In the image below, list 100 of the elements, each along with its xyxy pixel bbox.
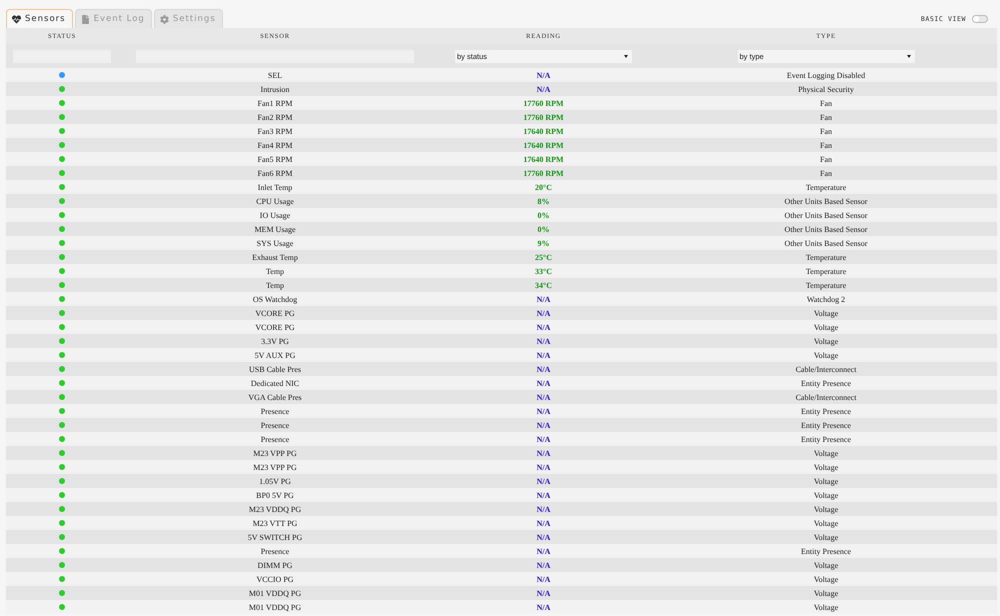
sensor-name: M01 VDDQ PG	[248, 588, 302, 598]
sensor-name: 3.3V PG	[261, 336, 289, 346]
sensor-type: Entity Presence	[801, 406, 851, 416]
sensor-type: Entity Presence	[801, 434, 851, 444]
reading-value: 17760 RPM	[523, 98, 564, 108]
sensor-name: Fan3 RPM	[258, 126, 292, 136]
reading-value: 34°C	[535, 280, 552, 290]
sensor-name: Fan4 RPM	[258, 140, 292, 150]
reading-value: N/A	[536, 504, 550, 514]
sensor-name: M23 VTT PG	[252, 518, 298, 528]
sensor-name: Presence	[260, 434, 290, 444]
sensor-type: Voltage	[814, 448, 838, 458]
sensor-name: Exhaust Temp	[252, 252, 298, 262]
reading-value: N/A	[536, 602, 550, 612]
sensor-type: Voltage	[814, 350, 838, 360]
reading-value: N/A	[536, 406, 550, 416]
sensor-name: IO Usage	[260, 210, 290, 220]
sensor-name: OS Watchdog	[252, 294, 298, 304]
sensor-type: Temperature	[806, 280, 846, 290]
sensor-type: Fan	[820, 140, 832, 150]
sensor-type: Voltage	[814, 532, 838, 542]
reading-value: N/A	[536, 532, 550, 542]
sensor-type: Voltage	[814, 574, 838, 584]
reading-value: N/A	[536, 588, 550, 598]
sensor-name: Inlet Temp	[258, 182, 292, 192]
sensor-name: Presence	[260, 406, 290, 416]
reading-value: N/A	[536, 350, 550, 360]
sensor-type: Fan	[820, 112, 832, 122]
reading-value: N/A	[536, 84, 550, 94]
reading-value: N/A	[536, 378, 550, 388]
sensor-type: Other Units Based Sensor	[784, 210, 868, 220]
sensor-type: Voltage	[814, 560, 838, 570]
reading-value: N/A	[536, 476, 550, 486]
sensor-name: 1.05V PG	[259, 476, 291, 486]
sensor-name: VCORE PG	[255, 308, 295, 318]
reading-value: 8%	[538, 196, 550, 206]
sensor-type: Event Logging Disabled	[786, 70, 866, 80]
sensor-type: Entity Presence	[801, 546, 851, 556]
sensor-type: Entity Presence	[801, 420, 851, 430]
sensor-type: Fan	[820, 168, 832, 178]
sensor-type: Other Units Based Sensor	[784, 238, 868, 248]
sensor-name: MEM Usage	[254, 224, 296, 234]
reading-value: N/A	[536, 322, 550, 332]
sensor-type: Cable/Interconnect	[796, 364, 856, 374]
reading-value: N/A	[536, 490, 550, 500]
sensor-type: Voltage	[814, 476, 838, 486]
reading-value: 20°C	[535, 182, 552, 192]
reading-value: N/A	[536, 560, 550, 570]
sensor-type: Temperature	[806, 266, 846, 276]
reading-value: 17760 RPM	[523, 112, 564, 122]
sensor-type: Voltage	[814, 308, 838, 318]
reading-value: N/A	[536, 518, 550, 528]
sensor-name: Dedicated NIC	[250, 378, 300, 388]
gear-icon	[160, 14, 169, 24]
sensor-type: Other Units Based Sensor	[784, 224, 868, 234]
sensor-name: CPU Usage	[256, 196, 294, 206]
sensor-type: Watchdog 2	[806, 294, 846, 304]
reading-value: 33°C	[535, 266, 552, 276]
sensor-name: M23 VPP PG	[253, 448, 297, 458]
sensor-name: VGA Cable Pres	[248, 392, 302, 402]
sensor-name: VCCIO PG	[256, 574, 294, 584]
reading-value: N/A	[536, 546, 550, 556]
sensor-type: Fan	[820, 126, 832, 136]
sensor-name: SYS Usage	[256, 238, 294, 248]
sensor-type: Fan	[820, 98, 832, 108]
sensor-name: Presence	[260, 420, 290, 430]
file-icon	[80, 14, 90, 24]
sensor-name: BP0 5V PG	[256, 490, 294, 500]
reading-value: N/A	[536, 574, 550, 584]
sensor-type: Voltage	[814, 588, 838, 598]
sensor-name: M23 VPP PG	[253, 462, 297, 472]
sensor-name: Temp	[266, 266, 284, 276]
reading-value: 0%	[538, 210, 550, 220]
sensor-name: DIMM PG	[258, 560, 292, 570]
sensor-name: 5V SWITCH PG	[248, 532, 302, 542]
reading-value: N/A	[536, 462, 550, 472]
sensor-name: Fan6 RPM	[258, 168, 292, 178]
sensor-name: M01 VDDQ PG	[248, 602, 302, 612]
sensor-name: SEL	[268, 70, 282, 80]
sensor-type: Physical Security	[798, 84, 854, 94]
reading-value: N/A	[536, 336, 550, 346]
sensor-type: Voltage	[814, 322, 838, 332]
sensor-name: Fan5 RPM	[258, 154, 292, 164]
reading-value: 17640 RPM	[523, 154, 564, 164]
tab[interactable]: Sensors	[6, 9, 73, 28]
sensor-type: Temperature	[806, 252, 846, 262]
caret-icon	[906, 54, 910, 58]
sensor-name: Fan2 RPM	[258, 112, 292, 122]
basic-view-toggle[interactable]	[972, 15, 988, 23]
reading-value: N/A	[536, 70, 550, 80]
reading-value: 0%	[538, 224, 550, 234]
sensor-type: Voltage	[814, 490, 838, 500]
sensor-type: Voltage	[814, 602, 838, 612]
reading-value: N/A	[536, 434, 550, 444]
reading-value: 25°C	[535, 252, 552, 262]
sensor-type: Voltage	[814, 504, 838, 514]
reading-value: N/A	[536, 448, 550, 458]
reading-value: N/A	[536, 308, 550, 318]
sensor-name: Presence	[260, 546, 290, 556]
caret-icon	[624, 54, 628, 58]
